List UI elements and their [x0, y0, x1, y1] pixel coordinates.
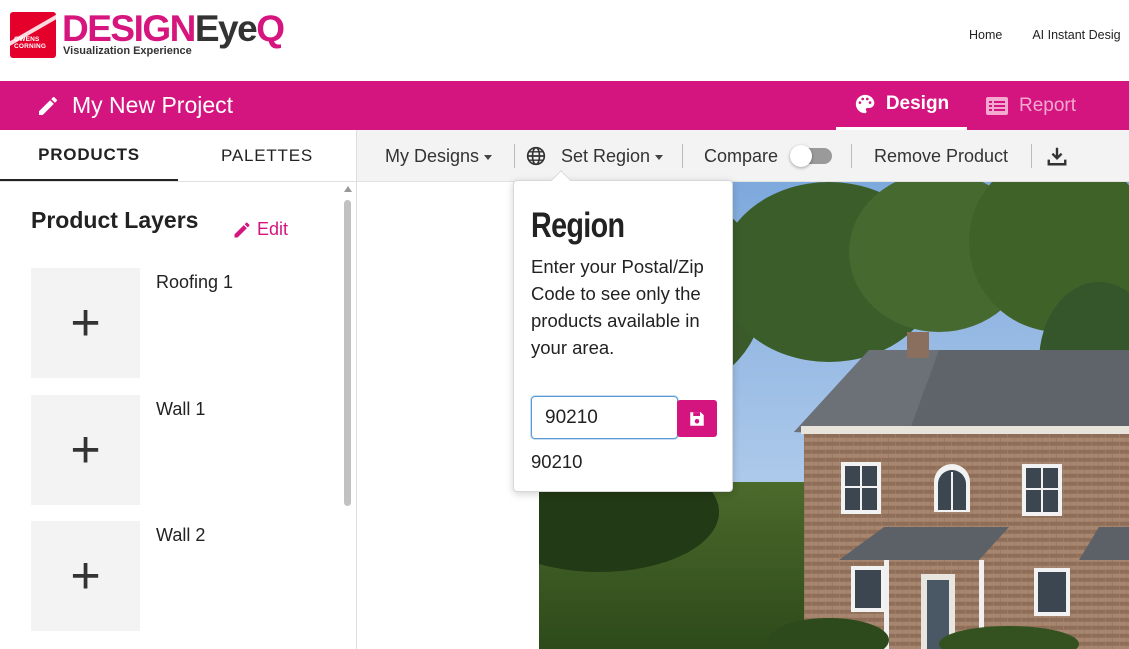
- remove-product-button[interactable]: Remove Product: [874, 130, 1008, 182]
- designeyeq-logo[interactable]: OWENS CORNING DESIGNEyeQ Visualization Ex…: [10, 8, 295, 60]
- project-bar: My New Project Design Report: [0, 81, 1129, 130]
- tab-report[interactable]: Report: [985, 81, 1076, 130]
- toolbar-divider: [1031, 144, 1032, 168]
- tab-palettes[interactable]: PALETTES: [178, 130, 356, 181]
- tab-design-label: Design: [885, 93, 950, 114]
- design-canvas[interactable]: [357, 182, 1129, 649]
- remove-product-label: Remove Product: [874, 145, 1009, 166]
- left-tabs: PRODUCTS PALETTES: [0, 130, 356, 182]
- download-button[interactable]: [1046, 130, 1068, 182]
- layer-item-wall-1: + Wall 1: [31, 395, 341, 505]
- set-region-label: Set Region: [561, 145, 651, 166]
- palette-icon: [855, 94, 875, 114]
- logo-wordmark: DESIGNEyeQ: [62, 8, 285, 49]
- nav-ai-instant-design-link[interactable]: AI Instant Desig: [1032, 28, 1120, 42]
- download-icon: [1047, 147, 1067, 166]
- layers-scrollbar[interactable]: [341, 182, 355, 649]
- nav-home-link[interactable]: Home: [969, 28, 1002, 42]
- globe-icon: [526, 146, 546, 166]
- layer-name: Wall 2: [156, 525, 206, 545]
- product-layers-heading: Product Layers: [31, 207, 199, 233]
- logo-tagline: Visualization Experience: [63, 45, 192, 57]
- region-description: Enter your Postal/Zip Code to see only t…: [531, 256, 704, 358]
- toolbar-divider: [851, 144, 852, 168]
- compare-label: Compare: [704, 145, 779, 166]
- layer-item-wall-2: + Wall 2: [31, 521, 341, 631]
- caret-down-icon: [484, 154, 493, 160]
- top-nav: Home AI Instant Desig: [969, 28, 1129, 42]
- site-header: OWENS CORNING DESIGNEyeQ Visualization Ex…: [0, 0, 1129, 81]
- edit-layers-link[interactable]: Edit: [232, 219, 288, 240]
- current-zip-code: 90210: [531, 451, 583, 472]
- save-region-button[interactable]: [677, 400, 717, 437]
- toolbar-divider: [682, 144, 683, 168]
- caret-down-icon: [655, 154, 664, 160]
- compare-control[interactable]: Compare: [704, 130, 833, 182]
- add-product-button[interactable]: +: [31, 268, 140, 378]
- pencil-icon: [234, 222, 250, 237]
- left-panel: PRODUCTS PALETTES Product Layers Edit + …: [0, 130, 357, 649]
- region-title: Region: [531, 206, 625, 245]
- layer-item-roofing-1: + Roofing 1: [31, 268, 341, 378]
- layer-name: Roofing 1: [156, 272, 234, 292]
- edit-layers-label: Edit: [257, 219, 289, 239]
- owens-corning-badge: OWENS CORNING: [10, 12, 56, 58]
- set-region-dropdown[interactable]: Set Region: [526, 130, 664, 182]
- scrollbar-thumb[interactable]: [344, 200, 351, 506]
- region-popover: Region Enter your Postal/Zip Code to see…: [513, 170, 733, 492]
- tab-report-label: Report: [1019, 94, 1077, 116]
- project-title-text: My New Project: [72, 92, 234, 118]
- my-designs-label: My Designs: [385, 145, 480, 166]
- scroll-up-arrow-icon[interactable]: [344, 186, 352, 192]
- zip-code-input[interactable]: [531, 396, 678, 439]
- add-product-button[interactable]: +: [31, 521, 140, 631]
- my-designs-dropdown[interactable]: My Designs: [385, 130, 493, 182]
- pencil-icon: [39, 96, 57, 115]
- compare-toggle[interactable]: [790, 145, 833, 167]
- tab-design[interactable]: Design: [836, 81, 967, 130]
- floppy-disk-icon: [690, 411, 704, 426]
- toolbar-divider: [514, 144, 515, 168]
- project-title[interactable]: My New Project: [36, 92, 233, 119]
- tab-products[interactable]: PRODUCTS: [0, 130, 178, 181]
- toggle-knob: [790, 145, 813, 167]
- layer-name: Wall 1: [156, 399, 206, 419]
- add-product-button[interactable]: +: [31, 395, 140, 505]
- list-icon: [986, 96, 1008, 115]
- design-toolbar: My Designs Set Region Compare Remove Pro…: [357, 130, 1129, 182]
